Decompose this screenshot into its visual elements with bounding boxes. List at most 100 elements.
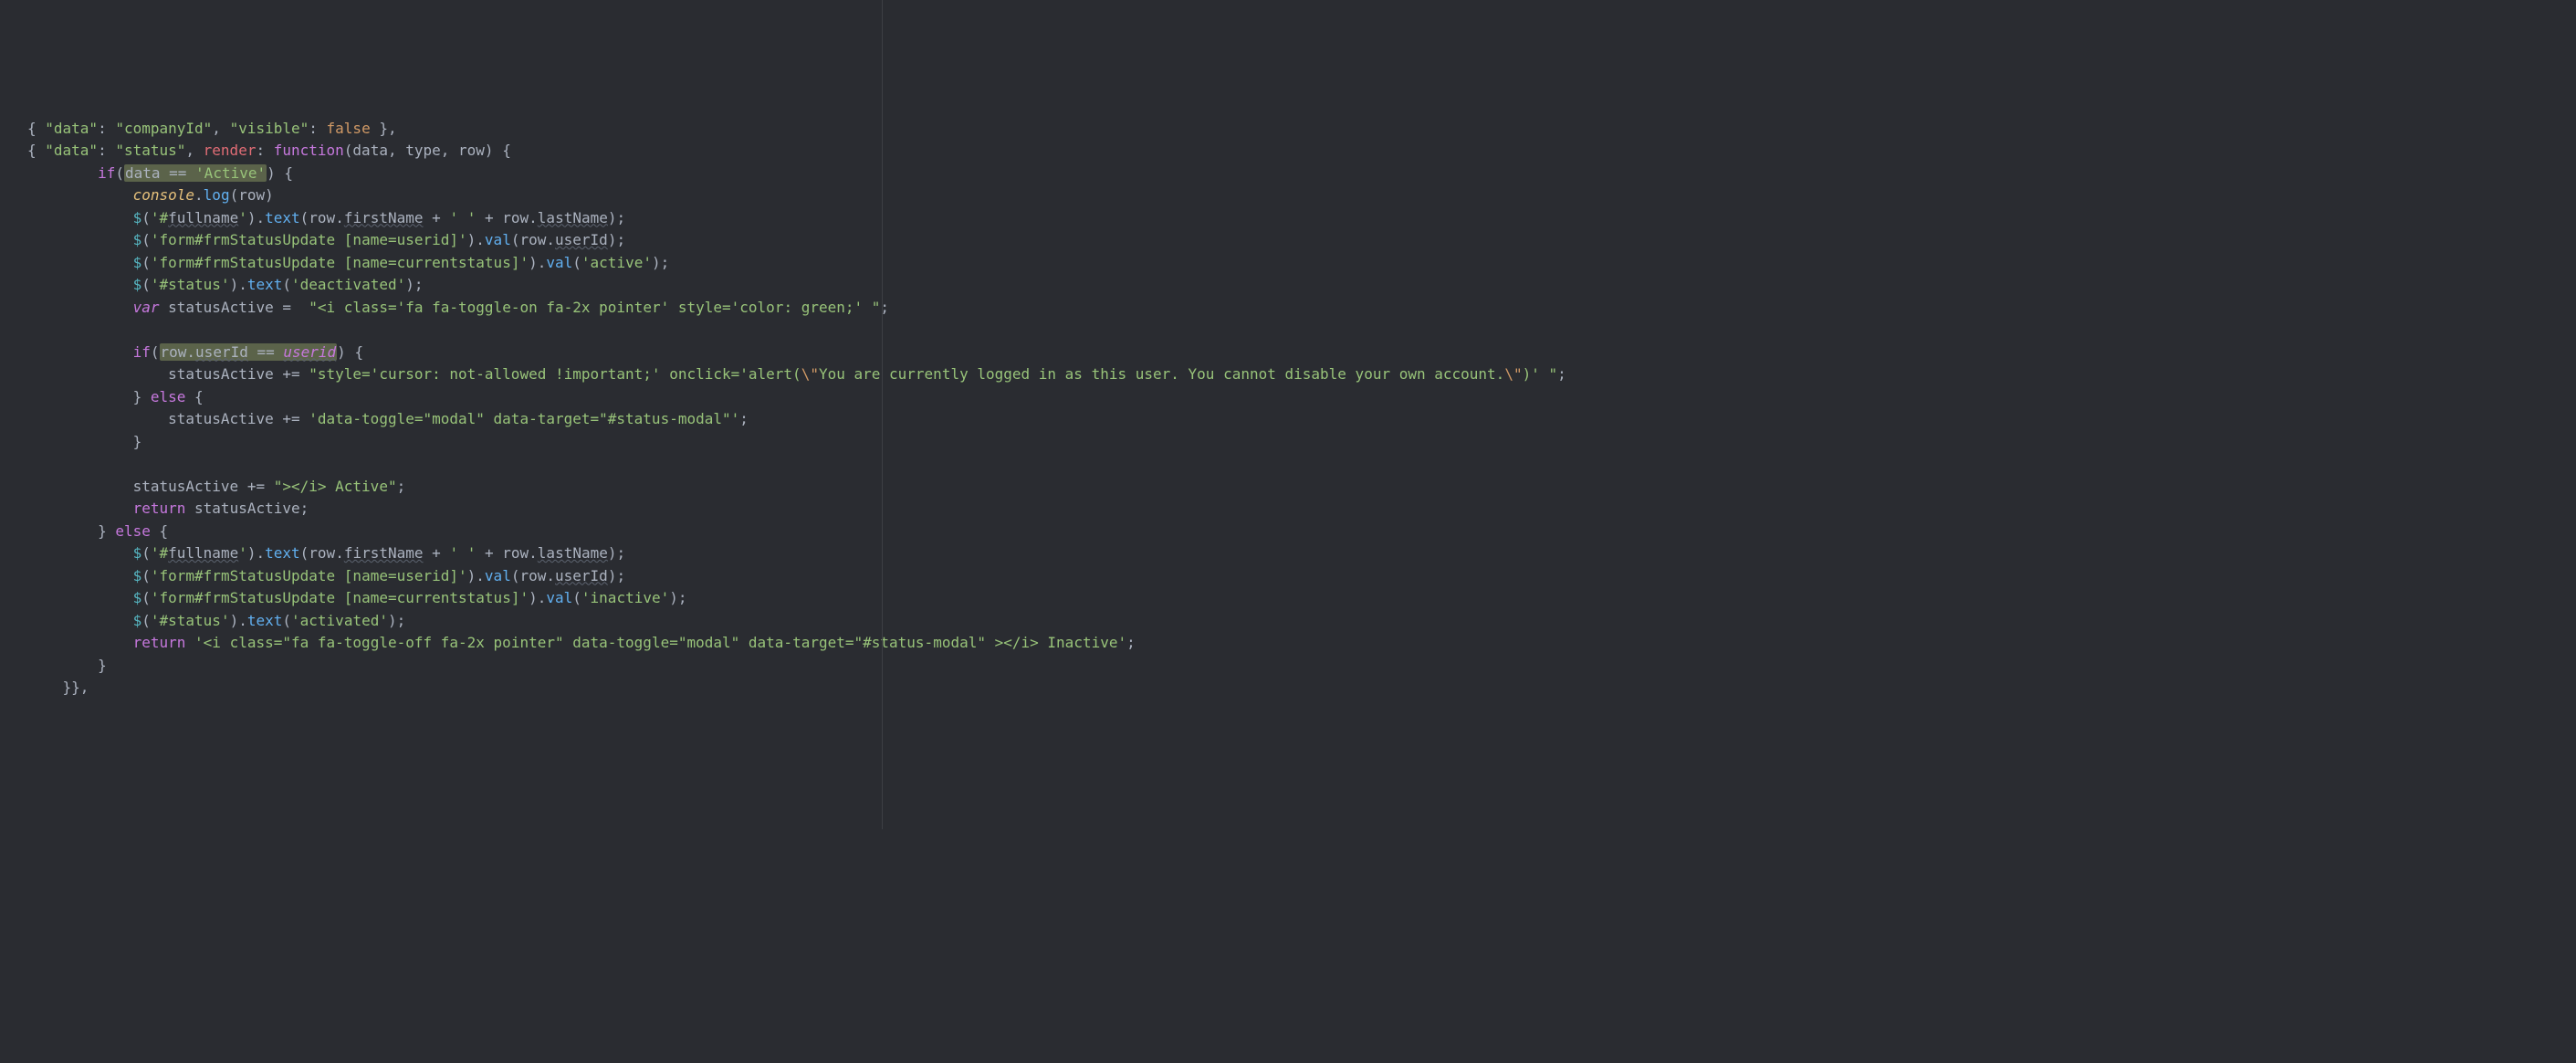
code-token: : (256, 142, 273, 159)
code-token: ' (238, 544, 247, 562)
code-editor-content[interactable]: { "data": "companyId", "visible": false … (27, 118, 2576, 700)
code-token: : (309, 120, 326, 137)
code-token: ; (1126, 634, 1136, 651)
code-token (27, 634, 133, 651)
code-token: \" (1504, 365, 1522, 383)
code-token: , (212, 120, 229, 137)
code-token: "data" (45, 142, 98, 159)
code-line[interactable]: } (27, 655, 2576, 678)
code-line[interactable]: } else { (27, 521, 2576, 543)
code-token (185, 634, 194, 651)
code-token: ( (141, 209, 151, 226)
code-token: { (27, 142, 45, 159)
code-token: text (247, 612, 283, 629)
code-line[interactable]: $('#fullname').text(row.firstName + ' ' … (27, 207, 2576, 230)
code-token: )' " (1523, 365, 1558, 383)
code-line[interactable]: $('#fullname').text(row.firstName + ' ' … (27, 542, 2576, 565)
code-token: val (546, 589, 572, 606)
code-token: 'form#frmStatusUpdate [name=userid]' (151, 231, 467, 248)
code-token: fullname (168, 209, 238, 226)
code-token: return (133, 500, 186, 517)
code-token: 'inactive' (581, 589, 669, 606)
code-line[interactable]: return '<i class="fa fa-toggle-off fa-2x… (27, 632, 2576, 655)
code-line[interactable]: if(row.userId == userid) { (27, 342, 2576, 364)
code-token: ( (115, 164, 124, 182)
code-token: console (133, 186, 194, 204)
code-token: '# (151, 209, 168, 226)
code-line[interactable]: { "data": "status", render: function(dat… (27, 140, 2576, 163)
code-token: data (352, 142, 388, 159)
code-token (27, 343, 133, 361)
code-token: , (185, 142, 203, 159)
code-token: $ (133, 544, 142, 562)
code-token: 'form#frmStatusUpdate [name=userid]' (151, 567, 467, 584)
code-token: + (476, 209, 502, 226)
code-token: { (151, 522, 168, 540)
code-line[interactable]: console.log(row) (27, 184, 2576, 207)
code-token: ); (608, 544, 625, 562)
code-token: == (248, 343, 284, 361)
code-token: text (265, 544, 300, 562)
code-line[interactable]: return statusActive; (27, 498, 2576, 521)
code-line[interactable] (27, 453, 2576, 476)
code-line[interactable]: }}, (27, 677, 2576, 700)
code-token: ); (608, 231, 625, 248)
code-line[interactable]: $('form#frmStatusUpdate [name=userid]').… (27, 565, 2576, 588)
code-token: ) { (337, 343, 363, 361)
code-token: { (185, 388, 203, 405)
code-token: ) (265, 186, 274, 204)
code-token: ( (151, 343, 160, 361)
code-token: "></i> Active" (274, 478, 397, 495)
code-line[interactable]: var statusActive = "<i class='fa fa-togg… (27, 297, 2576, 320)
code-token (27, 567, 133, 584)
code-line[interactable]: $('form#frmStatusUpdate [name=currentsta… (27, 587, 2576, 610)
code-line[interactable]: } else { (27, 386, 2576, 409)
code-token: statusActive (168, 410, 274, 427)
code-line[interactable]: $('#status').text('activated'); (27, 610, 2576, 633)
code-token: == (169, 164, 195, 182)
code-token: type (405, 142, 441, 159)
code-token: ; (397, 478, 406, 495)
code-token: row (502, 544, 529, 562)
code-token: "status" (115, 142, 185, 159)
code-token: . (546, 231, 555, 248)
code-line[interactable]: } (27, 431, 2576, 454)
code-token: ( (141, 567, 151, 584)
code-line[interactable] (27, 319, 2576, 342)
code-line[interactable]: statusActive += "style='cursor: not-allo… (27, 363, 2576, 386)
code-token: 'form#frmStatusUpdate [name=currentstatu… (151, 254, 529, 271)
code-token (27, 209, 133, 226)
code-token: ( (141, 544, 151, 562)
code-line[interactable]: $('form#frmStatusUpdate [name=currentsta… (27, 252, 2576, 275)
code-token: ' ' (449, 544, 476, 562)
code-token: statusActive (194, 500, 300, 517)
code-token: ( (141, 612, 151, 629)
code-token: $ (133, 254, 142, 271)
code-token: ; (300, 500, 309, 517)
code-line[interactable]: $('form#frmStatusUpdate [name=userid]').… (27, 229, 2576, 252)
code-token: 'activated' (291, 612, 388, 629)
code-token (160, 299, 169, 316)
code-token: "<i class='fa fa-toggle-on fa-2x pointer… (309, 299, 880, 316)
code-line[interactable]: statusActive += 'data-toggle="modal" dat… (27, 408, 2576, 431)
code-line[interactable]: $('#status').text('deactivated'); (27, 274, 2576, 297)
code-token: ( (141, 231, 151, 248)
code-token: ' (238, 209, 247, 226)
code-token: ) { (267, 164, 293, 182)
code-token: . (335, 209, 344, 226)
code-line[interactable]: statusActive += "></i> Active"; (27, 476, 2576, 499)
code-token: : (98, 120, 115, 137)
code-token (27, 321, 37, 338)
code-token: $ (133, 276, 142, 293)
code-line[interactable]: if(data == 'Active') { (27, 163, 2576, 185)
code-token: $ (133, 209, 142, 226)
code-token: false (327, 120, 371, 137)
code-token: ( (282, 276, 291, 293)
code-token: lastName (538, 544, 608, 562)
code-token (27, 231, 133, 248)
code-token (27, 186, 133, 204)
code-line[interactable]: { "data": "companyId", "visible": false … (27, 118, 2576, 141)
code-token: ); (388, 612, 405, 629)
code-token (27, 410, 168, 427)
code-token (27, 612, 133, 629)
